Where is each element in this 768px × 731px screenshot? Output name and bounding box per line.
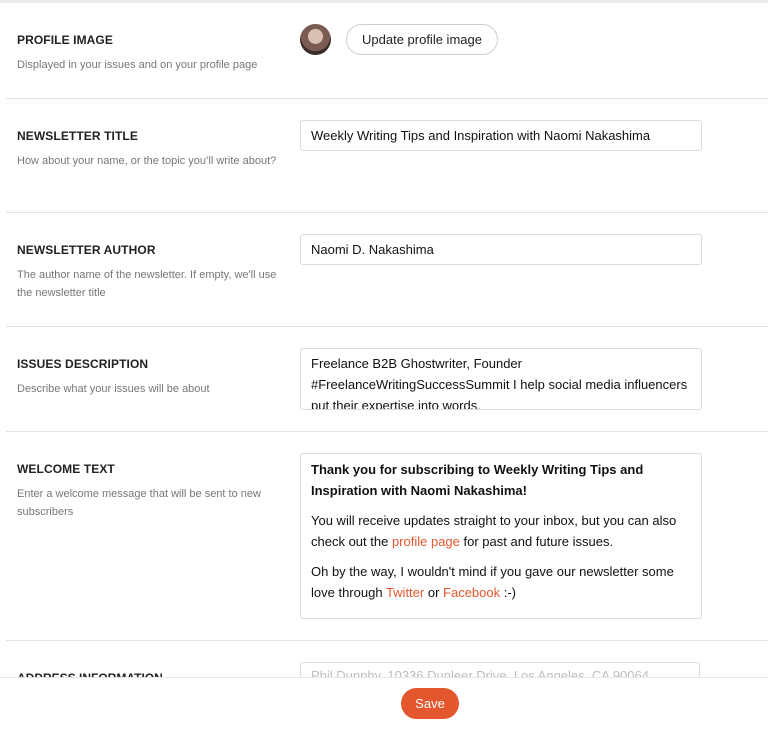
newsletter-title-label: NEWSLETTER TITLE: [17, 129, 138, 143]
issues-description-label: ISSUES DESCRIPTION: [17, 357, 149, 371]
newsletter-author-description: The author name of the newsletter. If em…: [17, 269, 277, 299]
divider: [6, 431, 768, 432]
top-border: [0, 0, 768, 3]
footer-bar: [0, 677, 768, 731]
newsletter-author-input[interactable]: Naomi D. Nakashima: [300, 234, 702, 265]
welcome-text-run: or: [424, 585, 444, 600]
divider: [6, 640, 768, 641]
divider: [6, 98, 768, 99]
update-profile-image-button[interactable]: Update profile image: [346, 24, 498, 55]
profile-page-link[interactable]: profile page: [392, 534, 460, 549]
save-button[interactable]: Save: [401, 688, 459, 719]
divider: [6, 212, 768, 213]
profile-image-description: Displayed in your issues and on your pro…: [17, 59, 258, 71]
issues-description-description: Describe what your issues will be about: [17, 383, 210, 395]
divider: [6, 326, 768, 327]
welcome-text-run: :-): [500, 585, 517, 600]
welcome-paragraph-3: Oh by the way, I wouldn't mind if you ga…: [311, 561, 691, 603]
address-information-input[interactable]: Phil Dunphy, 10336 Dunleer Drive, Los An…: [300, 662, 700, 677]
avatar: [300, 24, 331, 55]
welcome-paragraph-2: You will receive updates straight to you…: [311, 510, 691, 552]
address-information-label: ADDRESS INFORMATION: [17, 668, 163, 677]
issues-description-textarea[interactable]: Freelance B2B Ghostwriter, Founder #Free…: [300, 348, 702, 410]
profile-image-label: PROFILE IMAGE: [17, 33, 113, 47]
welcome-text-run: for past and future issues.: [459, 534, 614, 549]
twitter-link[interactable]: Twitter: [386, 585, 424, 600]
welcome-paragraph-1: Thank you for subscribing to Weekly Writ…: [311, 462, 644, 498]
welcome-text-description: Enter a welcome message that will be sen…: [17, 488, 261, 518]
newsletter-author-label: NEWSLETTER AUTHOR: [17, 243, 156, 257]
welcome-text-label: WELCOME TEXT: [17, 462, 115, 476]
facebook-link[interactable]: Facebook: [443, 585, 500, 600]
newsletter-title-input[interactable]: Weekly Writing Tips and Inspiration with…: [300, 120, 702, 151]
welcome-text-editor[interactable]: Thank you for subscribing to Weekly Writ…: [300, 453, 702, 619]
newsletter-title-description: How about your name, or the topic you’ll…: [17, 155, 277, 167]
